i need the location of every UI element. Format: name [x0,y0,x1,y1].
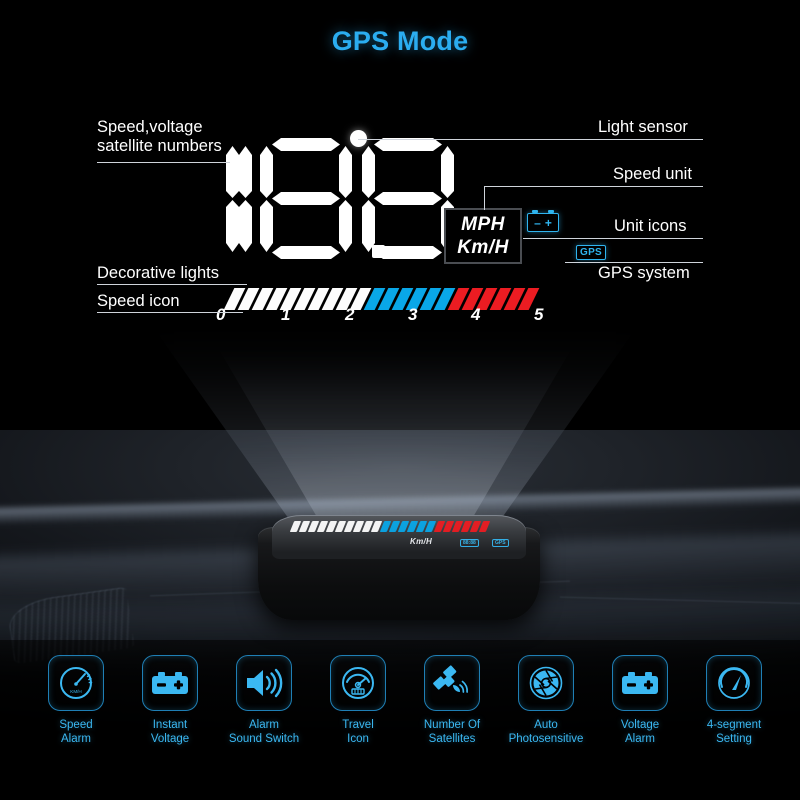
feature-label: Voltage Alarm [592,719,688,746]
svg-text:KM/H: KM/H [70,689,81,694]
feature-label-line-1: Travel [342,719,374,731]
callout-speed-icon: Speed icon [97,292,180,310]
speed-scale-number: 0 [216,305,226,324]
device-screen: Km/H 88:88 GPS [289,521,526,553]
callout-line-1: Speed,voltage [97,118,203,136]
aperture-icon [518,655,574,711]
feature-label-line-1: Instant [152,719,188,731]
device-unit-text: Km/H [410,537,433,546]
feature-label-line-2: Photosensitive [508,732,584,745]
feature-label-line-2: Alarm [60,732,92,745]
feature-label: Alarm Sound Switch [216,719,312,746]
callout-rule [97,284,247,285]
gauge-icon [330,655,386,711]
speed-unit-box: MPH Km/H [444,208,522,264]
callout-rule-speed-unit [484,186,703,187]
speedometer-icon: KM/H [48,655,104,711]
callout-rule-gps-system [565,262,703,263]
callout-elbow-speed-unit [484,186,485,210]
battery-icon [612,655,668,711]
feature-label: Number Of Satellites [404,719,500,746]
speed-scale-number: 3 [408,305,418,324]
feature-label-line-1: Number Of [423,719,481,731]
feature-label-line-1: Alarm [248,719,280,731]
feature-label: Auto Photosensitive [498,719,594,746]
feature-label-line-2: Sound Switch [228,732,300,745]
feature-label-line-2: Icon [347,732,369,745]
device-mini-bar [289,521,491,532]
feature-label: Instant Voltage [122,719,218,746]
callout-decorative-lights: Decorative lights [97,264,219,282]
feature-number-of-satellites[interactable]: Number Of Satellites [404,655,500,746]
speaker-icon [236,655,292,711]
feature-label-line-1: Auto [534,719,558,731]
feature-label: Travel Icon [310,719,406,746]
callout-rule-light-sensor [358,139,703,140]
gauge-needle-icon [706,655,762,711]
callout-speed-voltage-satellite: Speed,voltage satellite numbers [97,118,222,156]
unit-mph: MPH [461,214,505,235]
feature-instant-voltage[interactable]: Instant Voltage [122,655,218,746]
battery-minus: – [534,215,541,230]
decimal-point [372,245,385,258]
feature-label-line-2: Alarm [624,732,656,745]
satellite-icon [424,655,480,711]
speed-scale-number: 1 [281,305,291,324]
speed-digits [216,138,462,260]
feature-label: 4-segment Setting [686,719,782,746]
device-badge-gps: GPS [492,539,509,547]
hud-device: Km/H 88:88 GPS [258,515,540,620]
speed-scale-number: 5 [534,305,544,324]
device-top-panel: Km/H 88:88 GPS [272,515,526,559]
battery-icon: – + [527,210,559,232]
feature-icon-row: KM/H Speed Alarm Instant Voltage Alarm Soun… [0,655,800,775]
feature-label-line-2: Satellites [428,732,476,745]
feature-label-line-2: Voltage [150,732,190,745]
feature-4-segment-setting[interactable]: 4-segment Setting [686,655,782,746]
feature-label-line-1: Voltage [620,719,660,731]
callout-unit-icons: Unit icons [614,217,687,235]
hud-display: GPS Mode MPH Km/H – + GPS 0 1 2 3 4 5 Sp… [0,0,800,340]
feature-travel-icon[interactable]: Travel Icon [310,655,406,746]
speed-digit-2 [258,138,354,260]
feature-alarm-sound-switch[interactable]: Alarm Sound Switch [216,655,312,746]
battery-plus: + [544,215,552,230]
feature-speed-alarm[interactable]: KM/H Speed Alarm [28,655,124,746]
battery-icon [142,655,198,711]
feature-voltage-alarm[interactable]: Voltage Alarm [592,655,688,746]
feature-label-line-2: Setting [716,732,752,745]
feature-auto-photosensitive[interactable]: Auto Photosensitive [498,655,594,746]
speed-scale-number: 2 [345,305,355,324]
callout-line-2: satellite numbers [97,137,222,155]
callout-rule [97,312,243,313]
callout-gps-system: GPS system [598,264,690,282]
gps-badge: GPS [576,245,607,260]
feature-label-line-1: Speed [59,719,93,731]
speed-scale-number: 4 [471,305,481,324]
speed-digit-3 [360,138,456,260]
screenshot-root: Km/H 88:88 GPS GPS Mode MPH Km/H – + GPS… [0,0,800,800]
feature-label: Speed Alarm [28,719,124,746]
speed-digit-1 [216,138,252,260]
callout-speed-unit: Speed unit [613,165,692,183]
unit-kmh: Km/H [457,237,509,258]
feature-label-line-1: 4-segment [706,719,762,731]
callout-rule [97,162,230,163]
callout-rule-unit-icons [523,238,703,239]
page-title: GPS Mode [331,26,469,56]
device-badge-clock: 88:88 [460,539,479,547]
callout-light-sensor: Light sensor [598,118,688,136]
